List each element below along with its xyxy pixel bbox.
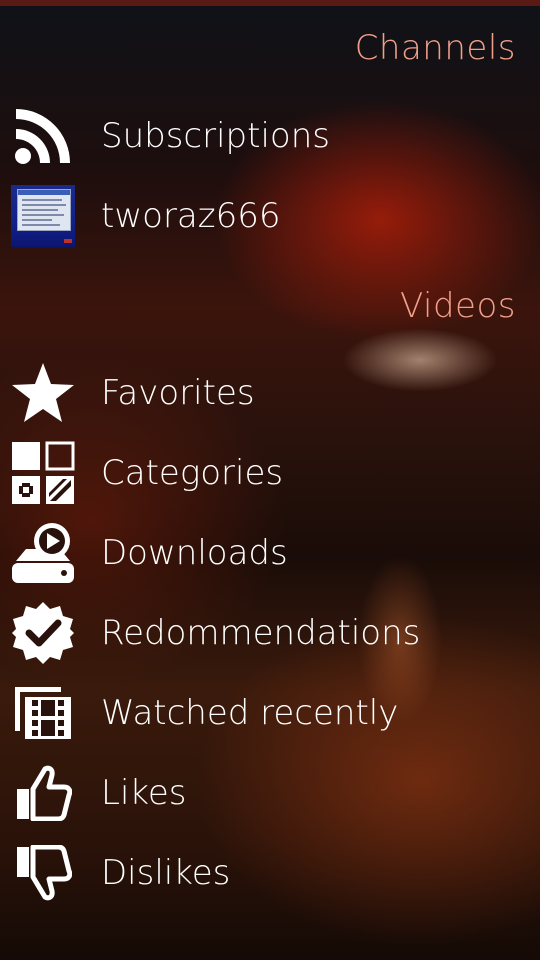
menu-item-label: Watched recently — [101, 693, 399, 733]
top-edge-bar — [0, 0, 540, 6]
menu-item-label: Categories — [101, 453, 284, 493]
menu-item-likes[interactable]: Likes — [0, 753, 540, 833]
menu-item-label: Subscriptions — [101, 116, 330, 156]
menu-item-label: Downloads — [101, 533, 288, 573]
section-header-channels: Channels — [354, 28, 516, 68]
download-drive-icon — [10, 520, 76, 586]
menu-item-label: Dislikes — [101, 853, 231, 893]
menu-item-label: Redommendations — [101, 613, 421, 653]
film-history-icon — [10, 680, 76, 746]
menu-item-label: Likes — [101, 773, 187, 813]
section-header-videos: Videos — [400, 286, 516, 326]
categories-icon — [10, 440, 76, 506]
thumbs-down-icon — [10, 840, 76, 906]
thumbs-up-icon — [10, 760, 76, 826]
menu-item-downloads[interactable]: Downloads — [0, 513, 540, 593]
menu-item-dislikes[interactable]: Dislikes — [0, 833, 540, 913]
menu-item-categories[interactable]: Categories — [0, 433, 540, 513]
menu-item-label: tworaz666 — [101, 196, 281, 236]
menu-item-label: Favorites — [101, 373, 255, 413]
channel-thumbnail — [10, 183, 76, 249]
menu-item-recommendations[interactable]: Redommendations — [0, 593, 540, 673]
menu-item-subscriptions[interactable]: Subscriptions — [0, 96, 540, 176]
menu-item-watched-recently[interactable]: Watched recently — [0, 673, 540, 753]
menu-item-favorites[interactable]: Favorites — [0, 353, 540, 433]
menu-item-channel-tworaz666[interactable]: tworaz666 — [0, 176, 540, 256]
rss-icon — [10, 103, 76, 169]
star-icon — [10, 360, 76, 426]
check-badge-icon — [10, 600, 76, 666]
